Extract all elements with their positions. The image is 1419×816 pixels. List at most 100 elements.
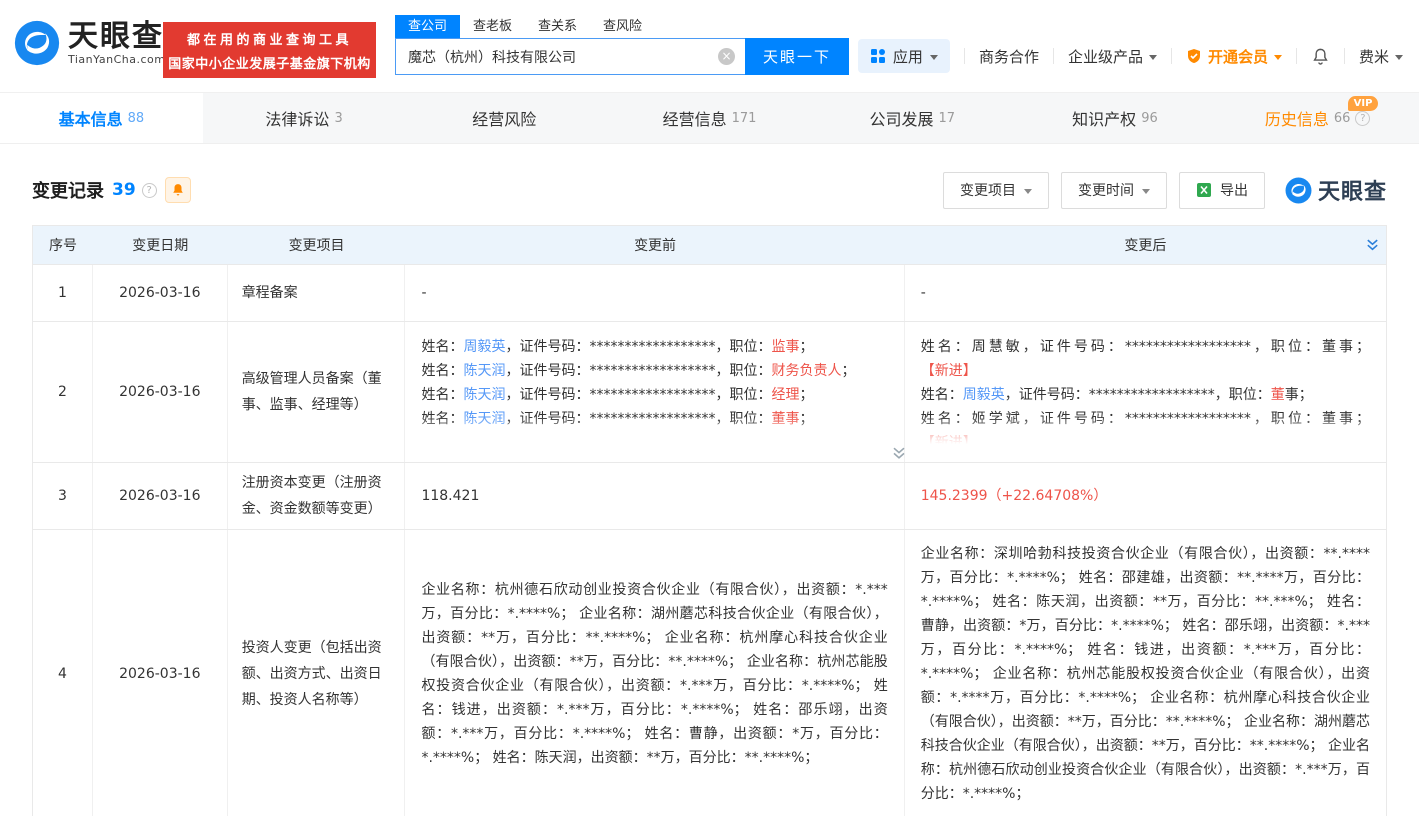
subscribe-bell-button[interactable]	[164, 177, 191, 203]
filter-change-time-button[interactable]: 变更时间	[1060, 171, 1167, 209]
expand-row-icon[interactable]	[891, 445, 907, 461]
caret-down-icon	[1273, 54, 1282, 60]
text-segment: 监事	[771, 339, 800, 355]
brand-domain: TianYanCha.com	[68, 52, 166, 66]
column-header-index: 序号	[48, 238, 77, 254]
person-link[interactable]: 陈天润	[463, 363, 505, 379]
text-segment: 事；	[1284, 387, 1313, 403]
tab-count: 88	[127, 110, 145, 126]
cell-after: 姓名：周慧敏，证件号码：******************，职位：董事； 【新…	[904, 322, 1386, 462]
top-bar: 天眼查 TianYanCha.com 都在用的商业查询工具 国家中小企业发展子基…	[0, 0, 1419, 92]
tab-count: 17	[938, 110, 956, 126]
text-segment: 财务负责人	[771, 363, 842, 379]
collapse-all-icon[interactable]	[1365, 238, 1380, 253]
cell-before: 118.421	[405, 463, 905, 529]
nav-business-cooperation[interactable]: 商务合作	[979, 46, 1039, 67]
caret-down-icon	[1141, 188, 1150, 194]
search-tab-boss[interactable]: 查老板	[460, 15, 525, 38]
tab-basic-info[interactable]: 基本信息 88	[0, 93, 203, 143]
cell-index: 1	[33, 265, 93, 321]
tab-count: 3	[334, 110, 343, 126]
person-link[interactable]: 陈天润	[463, 411, 505, 427]
tab-label: 历史信息	[1264, 110, 1329, 129]
text-segment: 企业名称：杭州德石欣动创业投资合伙企业（有限合伙），出资额：*.***万，百分比…	[421, 581, 888, 766]
tab-company-development[interactable]: 公司发展 17	[811, 93, 1014, 143]
cell-change-item: 章程备案	[228, 265, 406, 321]
excel-icon	[1196, 182, 1212, 198]
text-line: 姓名：陈天润，证件号码：******************，职位：经理；	[421, 383, 887, 407]
filter-label: 变更时间	[1077, 183, 1134, 199]
cell-after: 145.2399（+22.64708%）	[905, 463, 1386, 529]
column-header-before: 变更前	[634, 238, 677, 254]
tab-intellectual-property[interactable]: 知识产权 96	[1014, 93, 1217, 143]
cell-date: 2026-03-16	[93, 463, 228, 529]
text-line: 姓名：周毅英，证件号码：******************，职位：董事；	[921, 383, 1370, 407]
tab-legal-proceedings[interactable]: 法律诉讼 3	[203, 93, 406, 143]
text-segment: 董事	[771, 411, 800, 427]
filter-label: 变更项目	[959, 183, 1016, 199]
tab-operating-risk[interactable]: 经营风险	[405, 93, 608, 143]
tianyancha-logo[interactable]: 天眼查 TianYanCha.com	[14, 20, 165, 66]
cell-change-item: 投资人变更（包括出资额、出资方式、出资日期、投资人名称等）	[228, 530, 406, 816]
tab-history-info[interactable]: VIP 历史信息 66 ?	[1216, 93, 1419, 143]
company-search-input[interactable]	[395, 38, 745, 75]
cell-before: 企业名称：杭州德石欣动创业投资合伙企业（有限合伙），出资额：*.***万，百分比…	[405, 530, 905, 816]
membership-label: 开通会员	[1207, 47, 1268, 66]
export-button[interactable]: 导出	[1178, 171, 1265, 209]
nav-open-membership[interactable]: 开通会员	[1186, 46, 1282, 67]
cell-index: 3	[33, 463, 93, 529]
cell-change-item: 高级管理人员备案（董事、监事、经理等）	[228, 322, 406, 462]
text-segment: ；	[841, 363, 856, 379]
cell-date: 2026-03-16	[93, 265, 228, 321]
grid-icon	[870, 48, 886, 64]
text-segment: -	[421, 285, 427, 301]
nav-enterprise-products[interactable]: 企业级产品	[1068, 46, 1157, 67]
person-link[interactable]: 周毅英	[963, 387, 1005, 403]
text-line: 姓名：姬学斌，证件号码：******************，职位：董事； 【新…	[921, 407, 1370, 447]
divider	[1052, 48, 1054, 64]
tab-business-info[interactable]: 经营信息 171	[608, 93, 811, 143]
cooperation-label: 商务合作	[978, 47, 1039, 66]
person-link[interactable]: 周毅英	[463, 339, 505, 355]
logo-swirl-icon	[1285, 177, 1312, 204]
table-row: 1 2026-03-16 章程备案 - -	[33, 264, 1386, 321]
filter-change-item-button[interactable]: 变更项目	[942, 171, 1049, 209]
search-tab-company[interactable]: 查公司	[395, 15, 461, 38]
text-segment: 董	[1270, 387, 1285, 403]
text-segment: 姓名：姬学斌，证件号码：******************，职位：董事；	[920, 411, 1370, 427]
nav-user-menu[interactable]: 费米	[1359, 46, 1403, 67]
vip-badge: VIP	[1347, 96, 1379, 111]
tab-label: 基本信息	[58, 110, 123, 129]
search-area: 查公司 查老板 查关系 查风险 × 天眼一下	[395, 15, 849, 75]
divider	[1343, 48, 1345, 64]
search-tab-relation[interactable]: 查关系	[525, 15, 590, 38]
tab-label: 经营信息	[662, 110, 727, 129]
search-tab-risk[interactable]: 查风险	[590, 15, 655, 38]
text-line: -	[421, 281, 887, 305]
search-submit-button[interactable]: 天眼一下	[745, 38, 849, 75]
help-icon[interactable]: ?	[1355, 110, 1371, 126]
text-segment: ，证件号码：******************，职位：	[505, 363, 772, 379]
text-line: 118.421	[421, 484, 887, 508]
change-records-title: 变更记录	[32, 181, 104, 202]
table-row: 3 2026-03-16 注册资本变更（注册资金、资金数额等变更） 118.421 14…	[33, 462, 1386, 529]
text-segment: 145.2399（+22.64708%）	[920, 488, 1108, 504]
tab-label: 法律诉讼	[265, 110, 330, 129]
tab-count: 66	[1333, 110, 1351, 126]
notification-bell-icon[interactable]	[1311, 47, 1330, 66]
cell-change-item: 注册资本变更（注册资金、资金数额等变更）	[228, 463, 406, 529]
text-segment: 【新进】	[920, 363, 977, 379]
person-link[interactable]: 陈天润	[463, 387, 505, 403]
clear-input-icon[interactable]: ×	[718, 48, 735, 65]
username-label: 费米	[1358, 47, 1389, 66]
column-header-date: 变更日期	[132, 238, 189, 254]
text-segment: ，证件号码：******************，职位：	[505, 339, 772, 355]
apps-menu-button[interactable]: 应用	[857, 39, 950, 73]
tab-label: 知识产权	[1072, 110, 1137, 129]
text-line: 企业名称：杭州德石欣动创业投资合伙企业（有限合伙），出资额：*.***万，百分比…	[421, 578, 887, 770]
apps-label: 应用	[892, 47, 923, 66]
help-icon[interactable]: ?	[141, 182, 157, 198]
text-line: 姓名：周毅英，证件号码：******************，职位：监事；	[421, 335, 887, 359]
tab-label: 经营风险	[472, 110, 537, 129]
text-segment: ，证件号码：******************，职位：	[1004, 387, 1271, 403]
